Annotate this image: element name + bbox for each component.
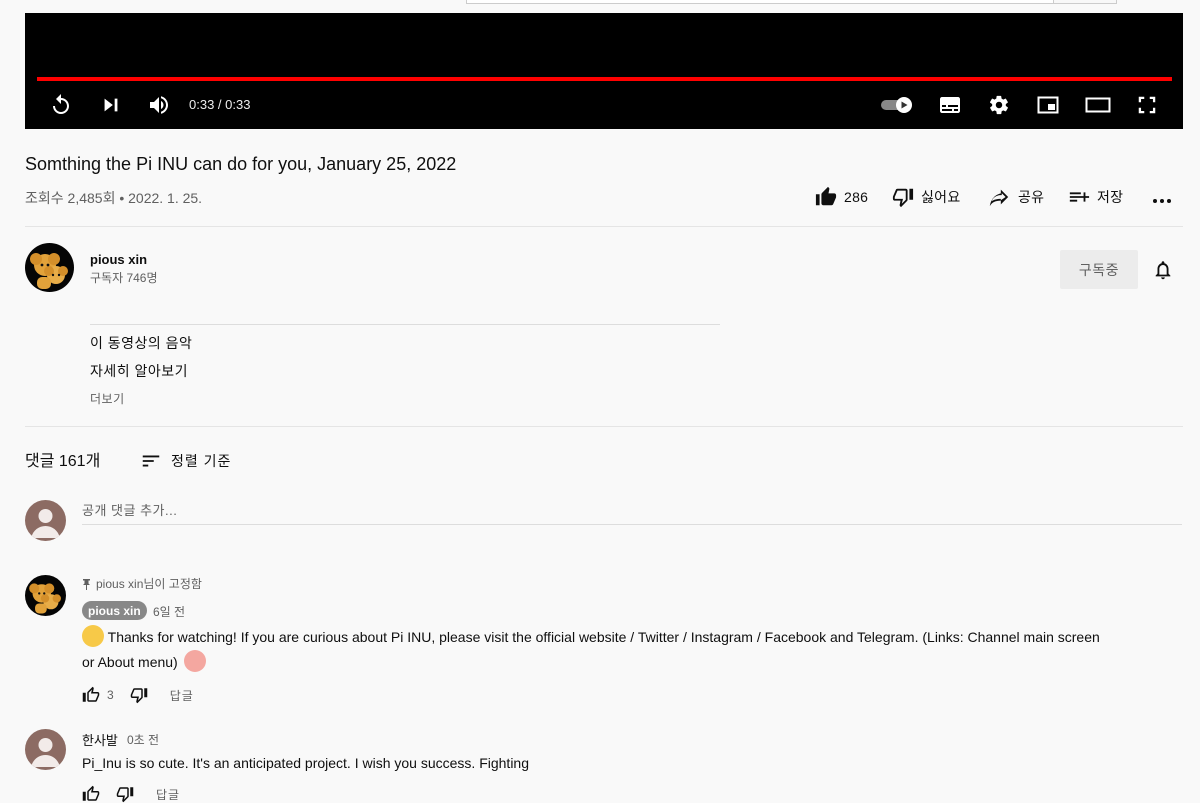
video-player[interactable]: 0:33 / 0:33	[25, 13, 1183, 129]
commenter-avatar[interactable]	[25, 729, 66, 770]
channel-avatar[interactable]	[25, 243, 74, 292]
thumbs-down-icon	[892, 188, 914, 208]
more-actions-icon[interactable]	[1152, 186, 1172, 208]
comment-actions: 3 답글	[82, 686, 194, 704]
comment-author[interactable]: 한사발	[82, 730, 118, 749]
comment-text: or About menu)	[82, 650, 206, 674]
thumbs-up-icon[interactable]	[82, 785, 100, 803]
pin-icon	[83, 578, 90, 590]
save-button[interactable]: 저장	[1068, 186, 1123, 208]
autoplay-toggle-icon[interactable]	[879, 93, 915, 117]
comment-count: 댓글 161개	[25, 453, 101, 470]
learn-more-link[interactable]: 자세히 알아보기	[90, 361, 188, 381]
time-display: 0:33 / 0:33	[189, 97, 251, 112]
comment-like-count: 3	[107, 688, 114, 702]
volume-icon[interactable]	[145, 91, 173, 119]
progress-bar[interactable]	[37, 77, 1172, 81]
comment-text: Thanks for watching! If you are curious …	[82, 625, 1100, 649]
comment-text-line2: or About menu)	[82, 654, 178, 670]
thumbs-up-icon	[815, 186, 837, 206]
like-count: 286	[844, 189, 869, 205]
fullscreen-icon[interactable]	[1133, 91, 1161, 119]
music-section-title: 이 동영상의 음악	[90, 335, 193, 351]
subscribed-button[interactable]: 구독중	[1060, 250, 1138, 289]
commenter-avatar[interactable]	[25, 575, 66, 616]
comment-text-line1: Thanks for watching! If you are curious …	[107, 629, 1100, 645]
settings-gear-icon[interactable]	[985, 91, 1013, 119]
dislike-button[interactable]: 싫어요	[892, 186, 961, 208]
save-label: 저장	[1097, 189, 1124, 205]
subtitles-icon[interactable]	[936, 91, 964, 119]
video-meta: 조회수 2,485회 • 2022. 1. 25.	[25, 190, 203, 206]
share-icon	[989, 189, 1009, 207]
reply-button[interactable]: 답글	[156, 786, 180, 803]
like-button[interactable]: 286	[815, 186, 868, 208]
share-button[interactable]: 공유	[987, 186, 1044, 208]
reply-button[interactable]: 답글	[170, 687, 194, 704]
replay-icon[interactable]	[47, 91, 75, 119]
smiling-hearts-emoji-icon	[183, 650, 206, 672]
search-button[interactable]	[1053, 0, 1117, 4]
comment-age[interactable]: 6일 전	[153, 603, 185, 620]
comment-text: Pi_Inu is so cute. It's an anticipated p…	[82, 755, 530, 771]
user-avatar	[25, 500, 66, 541]
divider	[25, 426, 1183, 427]
subscriber-count: 구독자 746명	[90, 271, 158, 285]
add-comment-input[interactable]: 공개 댓글 추가...	[82, 500, 177, 519]
comment-actions: 답글	[82, 785, 180, 803]
channel-name[interactable]: pious xin	[90, 252, 147, 268]
divider	[25, 226, 1183, 227]
miniplayer-icon[interactable]	[1034, 91, 1062, 119]
playlist-add-icon	[1069, 192, 1090, 202]
theater-mode-icon[interactable]	[1083, 91, 1113, 119]
show-more-button[interactable]: 더보기	[90, 390, 125, 407]
thumbs-down-icon[interactable]	[130, 686, 148, 704]
comment-age[interactable]: 0초 전	[127, 731, 159, 748]
next-icon[interactable]	[97, 91, 125, 119]
thumbs-down-icon[interactable]	[116, 785, 134, 803]
sort-label: 정렬 기준	[171, 453, 232, 469]
star-struck-emoji-icon	[82, 625, 104, 647]
pinned-badge: pious xin님이 고정함	[82, 575, 202, 592]
pinned-label: pious xin님이 고정함	[96, 577, 202, 591]
thumbs-up-icon[interactable]	[82, 686, 100, 704]
sort-button[interactable]: 정렬 기준	[140, 450, 231, 472]
sort-icon	[142, 455, 160, 467]
notification-bell-icon[interactable]	[1150, 256, 1176, 284]
comment-author[interactable]: pious xin	[82, 601, 147, 620]
comment-input-underline	[82, 524, 1182, 525]
description-divider	[90, 324, 720, 325]
dislike-label: 싫어요	[921, 189, 961, 205]
share-label: 공유	[1018, 189, 1045, 205]
search-box[interactable]	[466, 0, 1054, 4]
video-title: Somthing the Pi INU can do for you, Janu…	[25, 154, 457, 174]
